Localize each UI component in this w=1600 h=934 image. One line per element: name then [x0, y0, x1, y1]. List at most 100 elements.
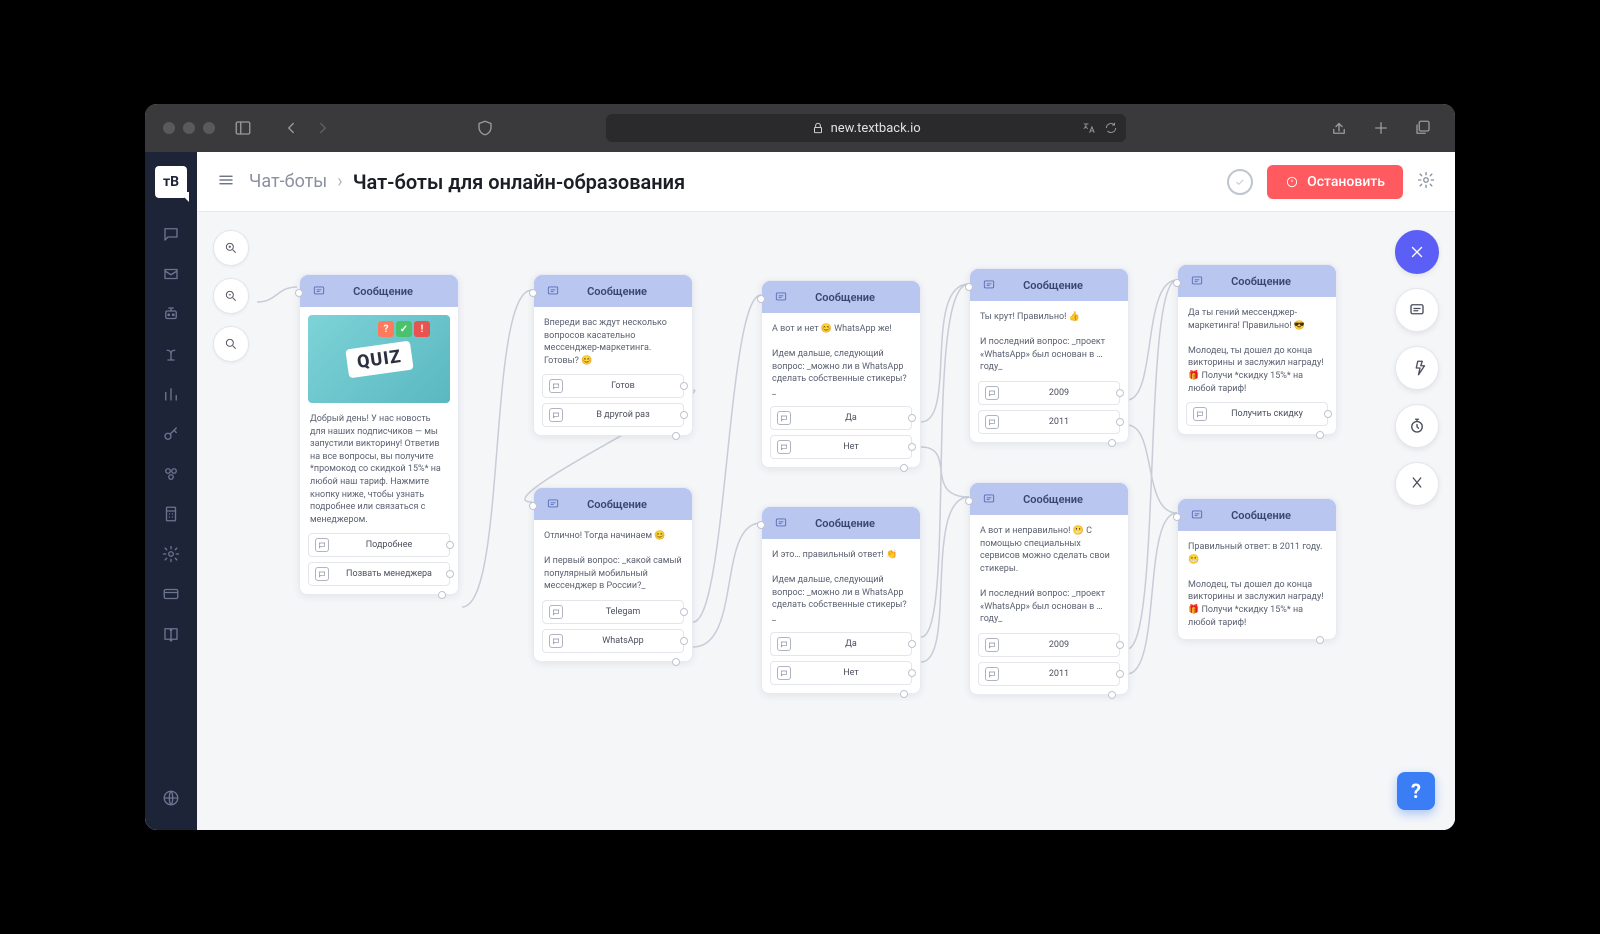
rail-messages-icon[interactable] [153, 216, 189, 252]
node-title: Сообщение [1006, 493, 1118, 506]
node-reply-button[interactable]: Готов [542, 374, 684, 398]
url-bar[interactable]: new.textback.io [606, 114, 1126, 142]
right-tools [1395, 230, 1439, 506]
flow-canvas[interactable]: ? [197, 212, 1455, 830]
node-title: Сообщение [336, 285, 448, 298]
node-title: Сообщение [1006, 279, 1118, 292]
zoom-fit-icon[interactable] [213, 326, 249, 362]
quiz-image: ?✓! QUIZ [308, 315, 450, 403]
nav-forward-icon[interactable] [309, 114, 337, 142]
breadcrumb-current: Чат-боты для онлайн-образования [353, 170, 686, 194]
zoom-out-icon[interactable] [213, 278, 249, 314]
flow-node[interactable]: Сообщение Ты крут! Правильно! 👍 И послед… [969, 268, 1129, 443]
node-reply-button[interactable]: Получить скидку [1186, 402, 1328, 426]
node-reply-button[interactable]: Нет [770, 661, 912, 685]
app-logo[interactable]: тВ [155, 166, 187, 198]
message-icon [772, 514, 790, 532]
rail-book-icon[interactable] [153, 616, 189, 652]
rail-calc-icon[interactable] [153, 496, 189, 532]
power-icon [1285, 175, 1299, 189]
message-icon [1188, 272, 1206, 290]
node-reply-button[interactable]: WhatsApp [542, 629, 684, 653]
hamburger-icon[interactable] [217, 171, 235, 193]
gear-icon[interactable] [1417, 171, 1435, 193]
node-reply-button[interactable]: 2011 [978, 410, 1120, 434]
rail-card-icon[interactable] [153, 576, 189, 612]
message-icon [980, 276, 998, 294]
top-bar: Чат-боты › Чат-боты для онлайн-образован… [197, 152, 1455, 212]
sidebar-toggle-icon[interactable] [229, 114, 257, 142]
browser-window: new.textback.io тВ [145, 104, 1455, 830]
translate-icon[interactable] [1082, 121, 1096, 135]
add-message-icon[interactable] [1395, 288, 1439, 332]
nav-back-icon[interactable] [277, 114, 305, 142]
rail-bot-icon[interactable] [153, 296, 189, 332]
node-reply-button[interactable]: 2009 [978, 633, 1120, 657]
stop-button[interactable]: Остановить [1267, 165, 1403, 199]
traffic-close[interactable] [163, 122, 175, 134]
node-reply-button[interactable]: 2009 [978, 381, 1120, 405]
flow-node[interactable]: Сообщение Да ты гений мессенджер-маркети… [1177, 264, 1337, 435]
rail-key-icon[interactable] [153, 416, 189, 452]
node-text: Отлично! Тогда начинаем 😊 И первый вопро… [542, 528, 684, 595]
lock-icon [811, 121, 825, 135]
browser-chrome: new.textback.io [145, 104, 1455, 152]
node-reply-button[interactable]: Нет [770, 435, 912, 459]
breadcrumb: Чат-боты › Чат-боты для онлайн-образован… [249, 170, 685, 194]
validate-icon[interactable] [1227, 169, 1253, 195]
zoom-controls [213, 230, 249, 362]
message-icon [310, 282, 328, 300]
node-reply-button[interactable]: Telegam [542, 600, 684, 624]
add-condition-icon[interactable] [1395, 462, 1439, 506]
traffic-lights [163, 122, 215, 134]
add-action-icon[interactable] [1395, 346, 1439, 390]
main-column: Чат-боты › Чат-боты для онлайн-образован… [197, 152, 1455, 830]
reload-icon[interactable] [1104, 121, 1118, 135]
app-body: тВ Чат-боты › Чат-боты для онлайн-об [145, 152, 1455, 830]
zoom-in-icon[interactable] [213, 230, 249, 266]
node-text: Ты крут! Правильно! 👍 И последний вопрос… [978, 309, 1120, 376]
rail-stats-icon[interactable] [153, 376, 189, 412]
node-title: Сообщение [1214, 275, 1326, 288]
stop-button-label: Остановить [1307, 174, 1385, 190]
node-reply-button[interactable]: Да [770, 406, 912, 430]
rail-globe-icon[interactable] [153, 780, 189, 816]
node-reply-button[interactable]: Позвать менеджера [308, 562, 450, 586]
add-delay-icon[interactable] [1395, 404, 1439, 448]
rail-inbox-icon[interactable] [153, 256, 189, 292]
left-rail: тВ [145, 152, 197, 830]
breadcrumb-root[interactable]: Чат-боты [249, 171, 327, 192]
flow-node[interactable]: Сообщение ?✓! QUIZ Добрый день! У нас но… [299, 274, 459, 595]
flow-node[interactable]: Сообщение Впереди вас ждут несколько воп… [533, 274, 693, 436]
rail-growth-icon[interactable] [153, 336, 189, 372]
node-reply-button[interactable]: 2011 [978, 662, 1120, 686]
traffic-max[interactable] [203, 122, 215, 134]
message-icon [1188, 506, 1206, 524]
flow-node[interactable]: Сообщение А вот и неправильно! 😬 С помощ… [969, 482, 1129, 695]
node-reply-button[interactable]: Да [770, 632, 912, 656]
flow-node[interactable]: Сообщение Отлично! Тогда начинаем 😊 И пе… [533, 487, 693, 662]
node-reply-button[interactable]: В другой раз [542, 403, 684, 427]
node-reply-button[interactable]: Подробнее [308, 533, 450, 557]
node-text: Впереди вас ждут несколько вопросов каса… [542, 315, 684, 369]
node-text: А вот и нет 😊 WhatsApp же! Идем дальше, … [770, 321, 912, 401]
flow-node[interactable]: Сообщение И это… правильный ответ! 👏 Иде… [761, 506, 921, 694]
close-panel-icon[interactable] [1395, 230, 1439, 274]
shield-icon[interactable] [471, 114, 499, 142]
node-title: Сообщение [1214, 509, 1326, 522]
help-button[interactable]: ? [1397, 772, 1435, 810]
share-icon[interactable] [1325, 114, 1353, 142]
flow-node[interactable]: Сообщение А вот и нет 😊 WhatsApp же! Иде… [761, 280, 921, 468]
node-text: Да ты гений мессенджер-маркетинга! Прави… [1186, 305, 1328, 397]
message-icon [544, 282, 562, 300]
tabs-icon[interactable] [1409, 114, 1437, 142]
node-title: Сообщение [798, 291, 910, 304]
traffic-min[interactable] [183, 122, 195, 134]
url-text: new.textback.io [831, 121, 921, 136]
message-icon [544, 495, 562, 513]
rail-settings-icon[interactable] [153, 536, 189, 572]
node-title: Сообщение [570, 498, 682, 511]
flow-node[interactable]: Сообщение Правильный ответ: в 2011 году.… [1177, 498, 1337, 640]
rail-people-icon[interactable] [153, 456, 189, 492]
new-tab-icon[interactable] [1367, 114, 1395, 142]
